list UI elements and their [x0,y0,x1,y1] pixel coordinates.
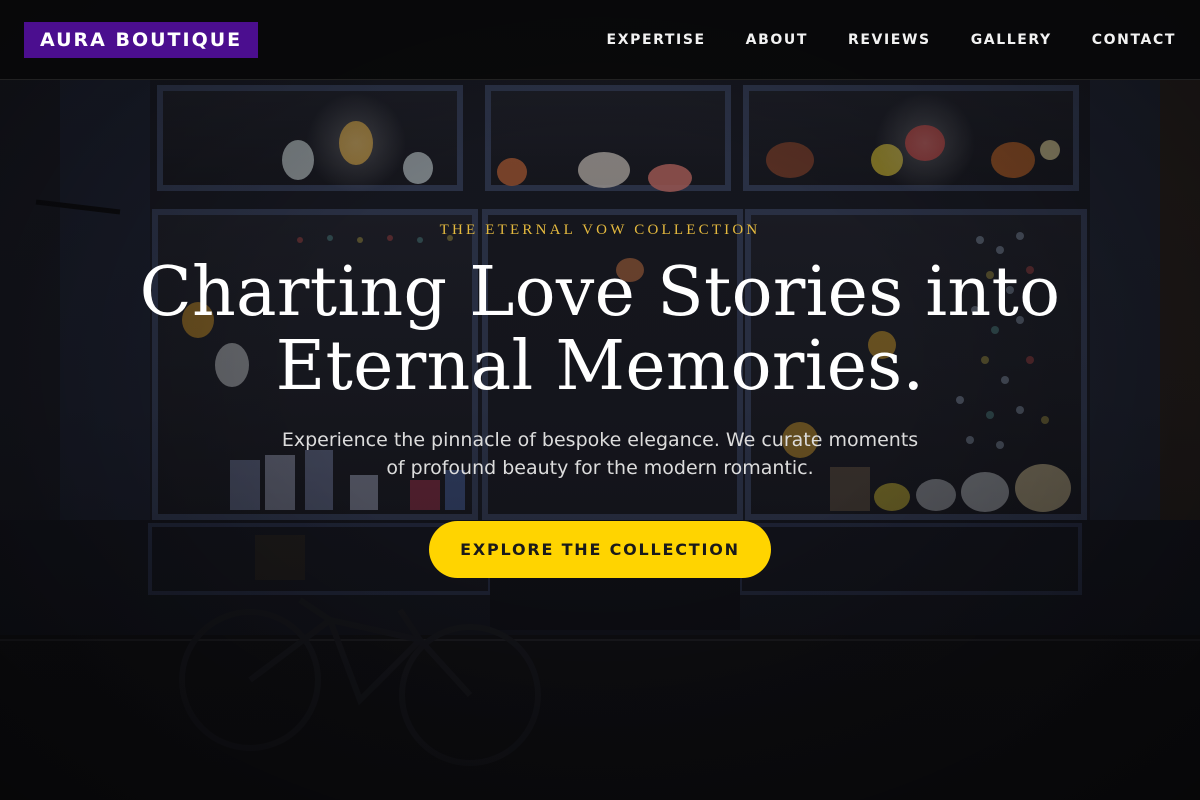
top-navbar: AURA BOUTIQUE EXPERTISE ABOUT REVIEWS GA… [0,0,1200,80]
brand-logo[interactable]: AURA BOUTIQUE [24,22,259,58]
hero-section: THE ETERNAL VOW COLLECTION Charting Love… [0,0,1200,800]
collection-eyebrow: THE ETERNAL VOW COLLECTION [439,222,761,238]
explore-collection-button[interactable]: EXPLORE THE COLLECTION [429,521,771,578]
hero-headline: Charting Love Stories into Eternal Memor… [100,256,1100,404]
nav-link-gallery[interactable]: GALLERY [971,32,1052,48]
nav-link-reviews[interactable]: REVIEWS [848,32,931,48]
hero-headline-line-1: Charting Love Stories into [139,253,1061,332]
hero-subtitle: Experience the pinnacle of bespoke elega… [250,426,950,482]
hero-subtitle-line-2: of profound beauty for the modern romant… [386,457,814,479]
main-nav: EXPERTISE ABOUT REVIEWS GALLERY CONTACT [567,0,1176,80]
nav-link-expertise[interactable]: EXPERTISE [607,32,706,48]
hero-headline-line-2: Eternal Memories. [275,327,925,406]
hero-content: THE ETERNAL VOW COLLECTION Charting Love… [0,0,1200,800]
nav-link-contact[interactable]: CONTACT [1092,32,1176,48]
hero-subtitle-line-1: Experience the pinnacle of bespoke elega… [281,429,919,451]
nav-link-about[interactable]: ABOUT [746,32,808,48]
